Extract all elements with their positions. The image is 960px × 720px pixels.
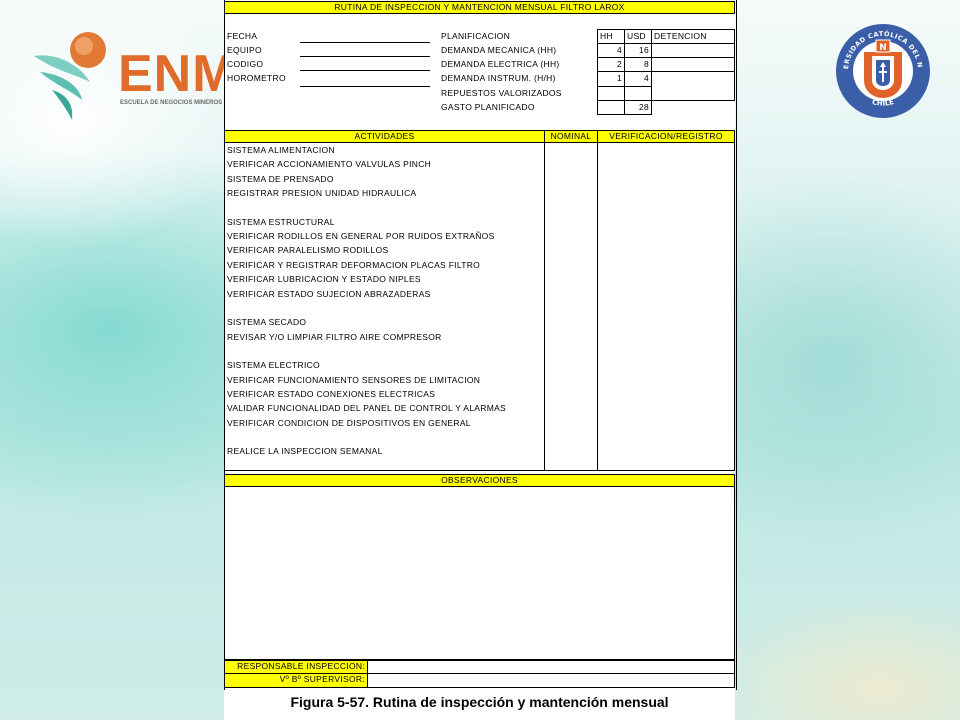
inspection-document: RUTINA DE INSPECCION Y MANTENCION MENSUA…: [224, 0, 737, 720]
grid-divider: [597, 86, 652, 87]
activity-item: VERIFICAR RODILLOS EN GENERAL POR RUIDOS…: [227, 231, 495, 242]
grid-divider: [597, 142, 598, 471]
activity-item: SISTEMA ELECTRICO: [227, 360, 320, 371]
activities-header-label: ACTIVIDADES: [354, 131, 415, 141]
usd-value: 8: [643, 59, 649, 69]
planning-row-label: DEMANDA ELECTRICA (HH): [441, 59, 560, 69]
activity-item: VERIFICAR PARALELISMO RODILLOS: [227, 245, 389, 256]
enm-logo: ENM ESCUELA DE NEGOCIOS MINEROS: [30, 28, 240, 128]
field-codigo-input[interactable]: [300, 70, 430, 71]
enm-swoosh-icon: [34, 32, 106, 120]
planning-header: PLANIFICACION: [441, 31, 511, 41]
field-fecha-input[interactable]: [300, 42, 430, 43]
figure-caption: Figura 5-57. Rutina de inspección y mant…: [290, 694, 669, 710]
ucn-seal-icon: UNIVERSIDAD CATÓLICA DEL NORTE CHILE N: [831, 16, 930, 118]
responsible-label-cell: RESPONSABLE INSPECCION:: [224, 660, 368, 674]
hh-value: 1: [616, 73, 622, 83]
field-equipo-input[interactable]: [300, 56, 430, 57]
col-detencion-header: DETENCION: [654, 31, 707, 41]
field-fecha-label: FECHA: [227, 31, 258, 41]
observations-area[interactable]: [224, 486, 735, 660]
supervisor-label: Vº Bº SUPERVISOR:: [279, 674, 365, 684]
activity-item: REVISAR Y/O LIMPIAR FILTRO AIRE COMPRESO…: [227, 331, 442, 342]
hh-value: 2: [616, 59, 622, 69]
field-horometro-label: HOROMETRO: [227, 73, 286, 83]
svg-text:N: N: [879, 43, 887, 53]
grid-divider: [651, 29, 652, 101]
usd-total-value: 28: [638, 102, 649, 112]
col-usd-header: USD: [627, 31, 646, 41]
planning-row-label: GASTO PLANIFICADO: [441, 102, 535, 112]
form-title-bar: RUTINA DE INSPECCION Y MANTENCION MENSUA…: [224, 1, 735, 14]
observations-header-label: OBSERVACIONES: [441, 475, 518, 485]
activity-item: VERIFICAR CONDICION DE DISPOSITIVOS EN G…: [227, 417, 471, 428]
enm-logo-text: ENM: [118, 45, 237, 103]
supervisor-signature-field[interactable]: [369, 674, 733, 687]
hh-value: 4: [616, 45, 622, 55]
usd-value: 4: [643, 73, 649, 83]
nominal-header-label: NOMINAL: [550, 131, 592, 141]
grid-divider: [544, 142, 545, 471]
activity-item: VALIDAR FUNCIONALIDAD DEL PANEL DE CONTR…: [227, 403, 507, 414]
activity-item: REGISTRAR PRESION UNIDAD HIDRAULICA: [227, 188, 417, 199]
field-codigo-label: CODIGO: [227, 59, 264, 69]
activity-item: SISTEMA ESTRUCTURAL: [227, 216, 335, 227]
grid-divider: [597, 57, 735, 58]
col-hh-header: HH: [600, 31, 613, 41]
ucn-logo: UNIVERSIDAD CATÓLICA DEL NORTE CHILE N: [831, 16, 932, 120]
activity-item: REALICE LA INSPECCION SEMANAL: [227, 446, 383, 457]
activity-item: SISTEMA ALIMENTACION: [227, 145, 335, 155]
activity-item: VERIFICAR ACCIONAMIENTO VALVULAS PINCH: [227, 159, 432, 170]
form-title: RUTINA DE INSPECCION Y MANTENCION MENSUA…: [334, 2, 625, 12]
responsible-label: RESPONSABLE INSPECCION:: [237, 661, 365, 671]
activity-item: SISTEMA SECADO: [227, 317, 307, 328]
activity-item: VERIFICAR LUBRICACION Y ESTADO NIPLES: [227, 274, 421, 285]
field-equipo-label: EQUIPO: [227, 45, 262, 55]
activity-item: VERIFICAR ESTADO CONEXIONES ELECTRICAS: [227, 388, 436, 399]
activity-item: VERIFICAR ESTADO SUJECION ABRAZADERAS: [227, 288, 431, 299]
activity-item: VERIFICAR Y REGISTRAR DEFORMACION PLACAS…: [227, 259, 481, 270]
planning-row-label: REPUESTOS VALORIZADOS: [441, 88, 562, 98]
verification-header-label: VERIFICACION/REGISTRO: [609, 131, 723, 141]
supervisor-label-cell: Vº Bº SUPERVISOR:: [224, 673, 368, 688]
usd-value: 16: [638, 45, 649, 55]
activity-item: VERIFICAR FUNCIONAMIENTO SENSORES DE LIM…: [227, 374, 481, 385]
planning-row-label: DEMANDA MECANICA (HH): [441, 45, 557, 55]
grid-divider: [597, 43, 735, 44]
planning-row-label: DEMANDA INSTRUM. (H/H): [441, 73, 556, 83]
activity-item: SISTEMA DE PRENSADO: [227, 173, 334, 184]
field-horometro-input[interactable]: [300, 86, 430, 87]
grid-divider: [597, 71, 735, 72]
responsible-signature-field[interactable]: [369, 661, 733, 673]
grid-divider: [597, 100, 652, 101]
enm-logo-subtitle: ESCUELA DE NEGOCIOS MINEROS: [120, 100, 223, 106]
